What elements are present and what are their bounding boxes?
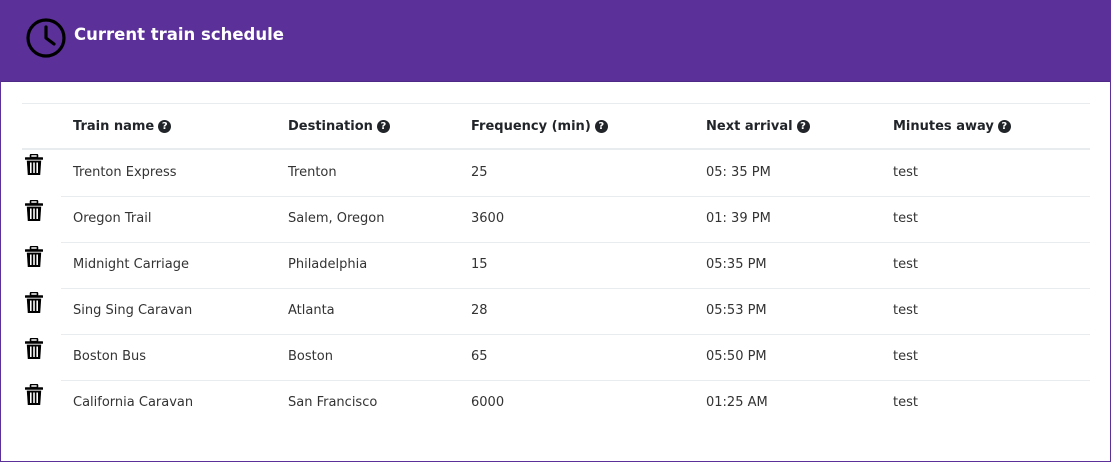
trash-icon[interactable] [24, 245, 44, 268]
cell-destination: Atlanta [288, 303, 335, 318]
question-circle-icon[interactable]: ? [997, 120, 1011, 133]
table-row: Boston Bus Boston 65 05:50 PM test [22, 335, 1090, 381]
cell-train-name: Midnight Carriage [73, 257, 189, 272]
cell-next-arrival: 05:53 PM [706, 303, 767, 318]
table-row: Trenton Express Trenton 25 05: 35 PM test [22, 151, 1090, 197]
cell-next-arrival: 05:50 PM [706, 349, 767, 364]
cell-minutes-away: test [893, 349, 918, 364]
column-header-frequency: Frequency (min)? [471, 119, 608, 134]
cell-next-arrival: 01: 39 PM [706, 211, 771, 226]
page-title: Current train schedule [74, 25, 284, 44]
cell-train-name: Sing Sing Caravan [73, 303, 193, 318]
cell-next-arrival: 05:35 PM [706, 257, 767, 272]
cell-minutes-away: test [893, 165, 918, 180]
cell-minutes-away: test [893, 257, 918, 272]
question-circle-icon[interactable]: ? [594, 120, 608, 133]
trash-icon[interactable] [24, 383, 44, 406]
cell-next-arrival: 05: 35 PM [706, 165, 771, 180]
cell-train-name: Trenton Express [73, 165, 177, 180]
table-row: Midnight Carriage Philadelphia 15 05:35 PM t… [22, 243, 1090, 289]
table-header-row: Train name? Destination? Frequency (min)… [22, 104, 1090, 150]
cell-frequency: 6000 [471, 395, 505, 410]
cell-next-arrival: 01:25 AM [706, 395, 768, 410]
clock-icon [26, 18, 66, 58]
cell-frequency: 25 [471, 165, 488, 180]
cell-destination: Philadelphia [288, 257, 368, 272]
column-header-minutes-away: Minutes away? [893, 119, 1011, 134]
card-header: Current train schedule [1, 1, 1110, 82]
cell-destination: San Francisco [288, 395, 378, 410]
cell-minutes-away: test [893, 303, 918, 318]
column-header-train-name: Train name? [73, 119, 172, 134]
cell-train-name: Oregon Trail [73, 211, 152, 226]
trash-icon[interactable] [24, 153, 44, 176]
cell-frequency: 28 [471, 303, 488, 318]
question-circle-icon[interactable]: ? [796, 120, 810, 133]
question-circle-icon[interactable]: ? [376, 120, 390, 133]
question-circle-icon[interactable]: ? [158, 120, 172, 133]
table-row: Sing Sing Caravan Atlanta 28 05:53 PM test [22, 289, 1090, 335]
cell-minutes-away: test [893, 211, 918, 226]
column-header-destination: Destination? [288, 119, 390, 134]
cell-destination: Trenton [288, 165, 337, 180]
cell-frequency: 3600 [471, 211, 505, 226]
cell-minutes-away: test [893, 395, 918, 410]
cell-train-name: California Caravan [73, 395, 194, 410]
table-row: Oregon Trail Salem, Oregon 3600 01: 39 PM te… [22, 197, 1090, 243]
column-header-next-arrival: Next arrival? [706, 119, 810, 134]
trash-icon[interactable] [24, 337, 44, 360]
cell-destination: Boston [288, 349, 333, 364]
cell-frequency: 65 [471, 349, 488, 364]
cell-destination: Salem, Oregon [288, 211, 385, 226]
trash-icon[interactable] [24, 199, 44, 222]
trash-icon[interactable] [24, 291, 44, 314]
cell-train-name: Boston Bus [73, 349, 146, 364]
table-row: California Caravan San Francisco 6000 01:25… [22, 381, 1090, 427]
cell-frequency: 15 [471, 257, 488, 272]
schedule-card: Current train schedule Train name? Desti… [0, 0, 1111, 462]
